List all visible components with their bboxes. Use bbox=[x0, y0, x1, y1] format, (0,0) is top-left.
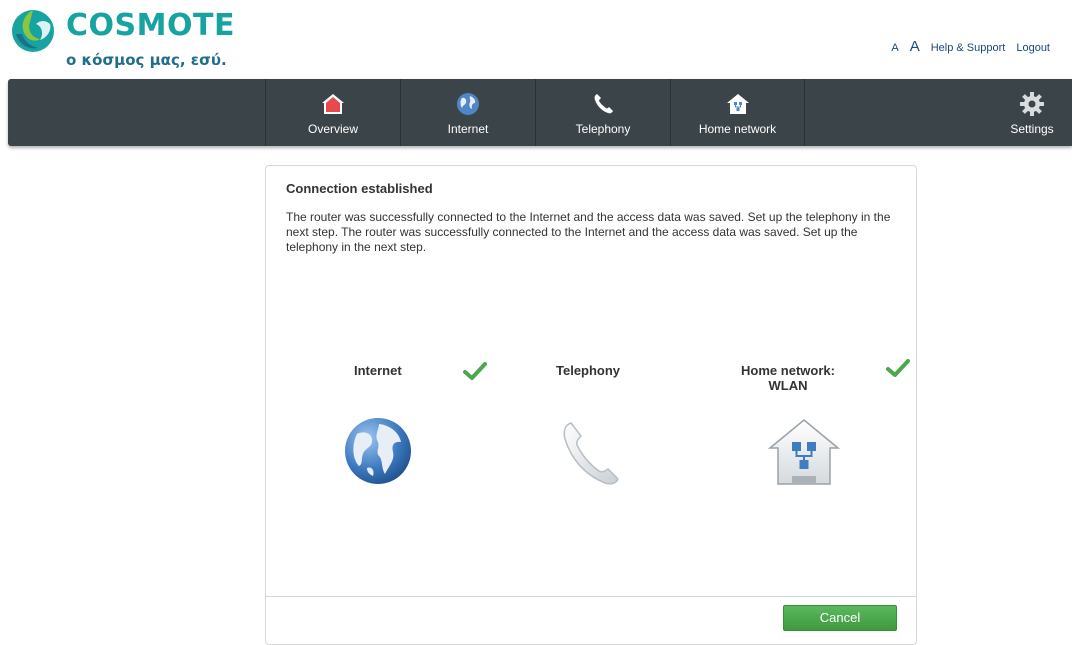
cancel-button[interactable]: Cancel bbox=[783, 605, 897, 631]
step-label-home-network-line1: Home network: bbox=[741, 363, 835, 378]
step-label-home-network: Home network: WLAN bbox=[738, 363, 838, 393]
gear-icon bbox=[1020, 92, 1044, 116]
phone-icon bbox=[563, 422, 619, 485]
globe-icon bbox=[457, 93, 479, 115]
nav-item-overview[interactable]: Overview bbox=[265, 79, 400, 146]
nav-item-internet[interactable]: Internet bbox=[400, 79, 535, 146]
nav-item-telephony[interactable]: Telephony bbox=[535, 79, 670, 146]
logo-icon bbox=[12, 10, 54, 52]
brand-name: COSMOTE bbox=[66, 8, 235, 43]
panel-title: Connection established bbox=[286, 181, 433, 196]
nav-label-internet: Internet bbox=[447, 122, 489, 136]
main-nav: Overview Internet Telephony Home network bbox=[8, 79, 1072, 146]
phone-icon bbox=[594, 94, 613, 114]
nav-label-home-network: Home network bbox=[698, 122, 777, 136]
panel-divider bbox=[266, 596, 916, 597]
logout-link[interactable]: Logout bbox=[1016, 42, 1050, 54]
nav-item-home-network[interactable]: Home network bbox=[670, 79, 805, 146]
step-label-telephony: Telephony bbox=[556, 363, 621, 378]
panel-description: The router was successfully connected to… bbox=[286, 210, 891, 254]
home-network-icon bbox=[768, 419, 840, 485]
font-size-large-link[interactable]: A bbox=[910, 38, 920, 55]
step-label-home-network-line2: WLAN bbox=[768, 378, 808, 393]
brand-tagline: ο κόσμος μας, εσύ. bbox=[66, 51, 227, 69]
nav-label-telephony: Telephony bbox=[575, 122, 631, 136]
step-label-internet: Internet bbox=[354, 363, 402, 378]
nav-label-overview: Overview bbox=[307, 122, 358, 136]
nav-label-settings: Settings bbox=[1010, 122, 1054, 136]
top-links: A A Help & Support Logout bbox=[891, 38, 1050, 55]
globe-icon bbox=[345, 418, 411, 484]
font-size-small-link[interactable]: A bbox=[891, 42, 898, 54]
home-icon bbox=[322, 94, 344, 114]
checkmark-icon bbox=[463, 362, 487, 380]
help-support-link[interactable]: Help & Support bbox=[931, 42, 1006, 54]
wizard-panel: Connection established The router was su… bbox=[265, 165, 917, 645]
home-network-icon bbox=[726, 94, 749, 114]
checkmark-icon bbox=[886, 359, 910, 377]
nav-item-settings[interactable]: Settings bbox=[992, 79, 1072, 146]
